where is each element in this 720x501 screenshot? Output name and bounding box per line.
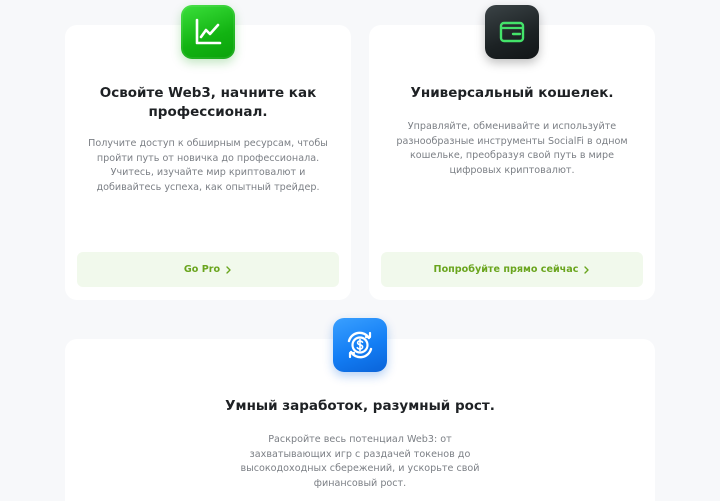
card-description: Управляйте, обменивайте и используйте ра… [396, 121, 628, 176]
dollar-cycle-icon [333, 318, 387, 372]
card-description: Получите доступ к обширным ресурсам, что… [88, 138, 328, 193]
feature-card-pro: Освойте Web3, начните как профессионал. … [65, 25, 351, 300]
cta-label: Попробуйте прямо сейчас [433, 264, 579, 275]
chevron-right-icon [584, 265, 590, 274]
wallet-icon [485, 5, 539, 59]
try-now-button[interactable]: Попробуйте прямо сейчас [381, 252, 643, 287]
card-title: Освойте Web3, начните как профессионал. [99, 85, 317, 120]
chevron-right-icon [226, 265, 231, 274]
features-section: Освойте Web3, начните как профессионал. … [0, 0, 720, 501]
card-title: Умный заработок, разумный рост. [225, 398, 495, 414]
feature-card-wallet: Универсальный кошелек. Управляйте, обмен… [369, 25, 655, 300]
chart-line-icon [181, 5, 235, 59]
cta-label: Go Pro [183, 264, 221, 275]
card-title: Универсальный кошелек. [410, 85, 614, 101]
card-description: Раскройте весь потенциал Web3: от захват… [240, 434, 480, 489]
go-pro-button[interactable]: Go Pro [77, 252, 339, 287]
